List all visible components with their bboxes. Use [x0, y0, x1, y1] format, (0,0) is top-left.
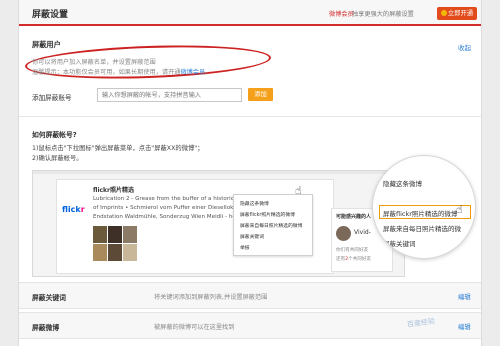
example-screenshot: flickr flickr照片精选 Lubrication 2 - Grease… [32, 170, 405, 277]
zoom-menu-item: 屏蔽关键词 [383, 240, 416, 248]
hand-cursor-icon: ☝ [295, 184, 302, 197]
example-post-line: Endstation Waldmühle, Sonderzug Wien Mei… [93, 214, 245, 220]
side-card-line: 你们有共同好友 [336, 248, 369, 253]
example-feed-card: flickr flickr照片精选 Lubrication 2 - Grease… [56, 179, 334, 274]
row-desc: 被屏蔽的微博可以在这里找到 [154, 324, 235, 331]
example-post-line: of Imprints • Schmierol vom Puffer einer… [93, 205, 234, 211]
example-photo [123, 244, 137, 261]
collapse-link[interactable]: 收起 [458, 42, 471, 52]
panel-header: 屏蔽设置 微博会员 独享更强大的屏蔽设置 立即开通 [19, 0, 481, 26]
example-menu-item: 屏蔽关键词 [240, 235, 264, 240]
row-desc: 将关键词添加到屏蔽列表,并设置屏蔽范围 [154, 294, 268, 301]
example-photo [108, 226, 122, 243]
divider [19, 116, 481, 117]
howto-step-2: 2)确认屏蔽帐号。 [32, 155, 83, 162]
howto-title: 如何屏蔽帐号? [32, 131, 77, 139]
edit-blocked-weibo-link[interactable]: 编辑 [458, 322, 471, 331]
example-photo [93, 244, 107, 261]
example-menu-item: 隐藏这条微博 [240, 202, 269, 207]
edit-keywords-link[interactable]: 编辑 [458, 292, 471, 301]
block-user-title: 屏蔽用户 [32, 40, 61, 49]
vip-icon [440, 9, 447, 16]
example-photo [93, 226, 107, 243]
row-title: 屏蔽微博 [32, 324, 60, 332]
example-menu-item: 屏蔽flickr照片精选的微博 [240, 213, 295, 218]
add-account-label: 添加屏蔽账号 [32, 94, 72, 102]
vip-label[interactable]: 微博会员 [329, 9, 354, 18]
example-photo [108, 244, 122, 261]
example-dropdown-menu: 隐藏这条微博 屏蔽flickr照片精选的微博 屏蔽来自每日照片精选的微博 屏蔽关… [233, 194, 313, 256]
block-keywords-row: 屏蔽关键词 将关键词添加到屏蔽列表,并设置屏蔽范围 编辑 [19, 282, 481, 309]
example-menu-item: 屏蔽来自每日照片精选的微博 [240, 224, 303, 229]
vip-description: 独享更强大的屏蔽设置 [352, 11, 414, 18]
open-vip-button[interactable]: 立即开通 [437, 7, 477, 20]
example-menu-item: 举报 [240, 246, 250, 251]
side-card-line: 还有2个共同好友 [336, 257, 372, 262]
screenshot-topbar [33, 171, 404, 174]
howto-step-1: 1)鼠标点击"下拉图标"弹出屏蔽菜单，点击"屏蔽XX的微博"； [32, 145, 204, 152]
block-user-desc: 你可以将用户加入屏蔽名单，并设置屏蔽范围 [32, 59, 156, 66]
zoom-menu-item: 隐藏这条微博 [383, 180, 422, 188]
flickr-logo: flickr [62, 205, 85, 214]
example-username: flickr照片精选 [93, 187, 135, 194]
avatar [336, 226, 351, 241]
row-title: 屏蔽关键词 [32, 294, 66, 302]
open-vip-label: 立即开通 [447, 10, 474, 17]
side-card-title: 可能感兴趣的人 [336, 214, 372, 220]
example-post-line: Lubrication 2 - Grease from the buffer o… [93, 196, 241, 202]
add-button[interactable]: 添加 [248, 88, 273, 101]
hand-cursor-icon: ☝ [456, 203, 463, 216]
block-user-tip: 温馨提示：本功能仅会员可用，如果长期使用，请开通微博会员。 [32, 69, 212, 76]
account-input[interactable] [97, 88, 242, 102]
page-title: 屏蔽设置 [32, 10, 69, 20]
vip-link[interactable]: 微博会员 [181, 69, 206, 76]
zoom-menu-item: 屏蔽来自每日照片精选的微 [383, 225, 461, 233]
zoom-menu-item: 屏蔽flickr照片精选的微博 [383, 210, 458, 218]
example-photo [123, 226, 137, 243]
settings-panel: 屏蔽设置 微博会员 独享更强大的屏蔽设置 立即开通 屏蔽用户 收起 你可以将用户… [18, 0, 482, 346]
side-card-name: Vivid- [354, 229, 371, 236]
